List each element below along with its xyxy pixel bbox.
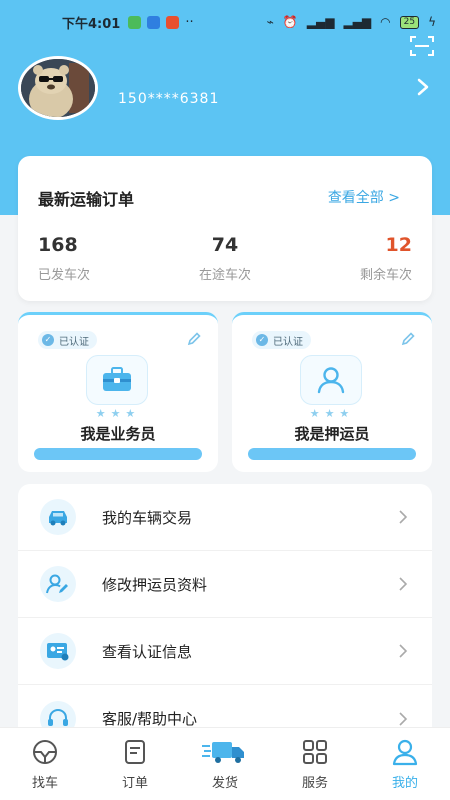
signal-icon: ▂▄▆ xyxy=(343,15,372,29)
menu-list: 我的车辆交易 修改押运员资料 查看认证信息 客服/帮助中心 xyxy=(18,484,432,744)
tab-orders[interactable]: 订单 xyxy=(90,728,180,800)
verified-label: 已认证 xyxy=(59,336,89,348)
role-card-salesman[interactable]: ✓ 已认证 ★★★ 我是业务员 xyxy=(18,312,218,472)
status-bar: 下午4:01 ·· ⌁ ⏰ ▂▄▆ ▂▄▆ ◠ 25 ϟ xyxy=(0,0,450,44)
verified-label: 已认证 xyxy=(273,336,303,348)
app-notification-icon xyxy=(128,15,142,29)
stat-value: 12 xyxy=(385,234,412,256)
stat-remaining[interactable]: 12 剩余车次 xyxy=(292,234,412,283)
app-notification-icon xyxy=(147,15,161,29)
person-icon xyxy=(317,367,345,394)
stat-in-transit[interactable]: 74 在途车次 xyxy=(165,234,285,283)
role-action-bar[interactable] xyxy=(34,448,202,460)
role-title: 我是押运员 xyxy=(294,425,370,443)
tab-label: 发货 xyxy=(211,776,238,791)
id-card-icon xyxy=(40,633,76,669)
menu-item-view-certification[interactable]: 查看认证信息 xyxy=(18,618,432,685)
wifi-icon: ◠ xyxy=(380,15,391,29)
tab-find-car[interactable]: 找车 xyxy=(0,728,90,800)
edit-pencil-icon[interactable] xyxy=(400,331,416,347)
role-action-bar[interactable] xyxy=(248,448,416,460)
stat-label: 在途车次 xyxy=(198,268,251,283)
stat-label: 已发车次 xyxy=(38,268,91,283)
chevron-right-icon xyxy=(399,510,408,524)
vibrate-icon: ⌁ xyxy=(266,15,274,29)
role-icon-box xyxy=(86,355,148,405)
menu-label: 查看认证信息 xyxy=(102,642,193,661)
chevron-right-icon xyxy=(399,577,408,591)
stat-label: 剩余车次 xyxy=(359,268,412,283)
verified-badge: ✓ 已认证 xyxy=(252,331,311,349)
steering-wheel-icon xyxy=(33,740,57,764)
tab-label: 订单 xyxy=(121,776,148,791)
user-edit-icon xyxy=(40,566,76,602)
transport-orders-card: 最新运输订单 查看全部 > 168 已发车次 74 在途车次 12 剩余车次 xyxy=(18,156,432,301)
status-time: 下午4:01 xyxy=(62,16,121,32)
tab-mine[interactable]: 我的 xyxy=(360,728,450,800)
weibo-icon xyxy=(166,15,180,29)
chevron-right-icon xyxy=(399,644,408,658)
tab-label: 服务 xyxy=(301,776,328,791)
avatar[interactable] xyxy=(18,56,98,120)
menu-item-edit-escort-profile[interactable]: 修改押运员资料 xyxy=(18,551,432,618)
menu-label: 修改押运员资料 xyxy=(102,575,208,594)
role-title: 我是业务员 xyxy=(80,425,156,443)
truck-icon xyxy=(202,742,244,763)
signal-icon: ▂▄▆ xyxy=(306,15,335,29)
stat-value: 168 xyxy=(38,234,78,256)
status-right-icons: ⌁ ⏰ ▂▄▆ ▂▄▆ ◠ 25 ϟ xyxy=(267,15,436,29)
user-phone-number: 150****6381 xyxy=(118,91,220,107)
menu-label: 客服/帮助中心 xyxy=(102,710,198,728)
role-card-escort[interactable]: ✓ 已认证 ★★★ 我是押运员 xyxy=(232,312,432,472)
battery-icon: 25 xyxy=(399,15,420,29)
rating-stars: ★★★ xyxy=(95,407,141,420)
verified-badge: ✓ 已认证 xyxy=(38,331,97,349)
rating-stars: ★★★ xyxy=(309,407,355,420)
notification-icons: ·· xyxy=(128,14,194,30)
check-icon: ✓ xyxy=(256,334,268,346)
bottom-tab-bar: 找车 订单 发货 服务 我的 xyxy=(0,727,450,800)
document-icon xyxy=(125,740,145,764)
briefcase-icon xyxy=(103,367,131,391)
chevron-right-icon xyxy=(399,711,408,726)
stat-value: 74 xyxy=(211,234,239,256)
scan-icon[interactable] xyxy=(410,36,434,56)
car-icon xyxy=(40,499,76,535)
orders-title: 最新运输订单 xyxy=(38,190,135,209)
menu-item-vehicle-trade[interactable]: 我的车辆交易 xyxy=(18,484,432,551)
alarm-icon: ⏰ xyxy=(282,15,298,29)
edit-pencil-icon[interactable] xyxy=(186,331,202,347)
tab-services[interactable]: 服务 xyxy=(270,728,360,800)
view-all-orders-link[interactable]: 查看全部 > xyxy=(328,187,400,207)
stat-dispatched[interactable]: 168 已发车次 xyxy=(38,234,158,283)
bear-avatar-image xyxy=(21,59,95,117)
tab-ship[interactable]: 发货 xyxy=(180,728,270,800)
menu-label: 我的车辆交易 xyxy=(102,508,193,527)
profile-arrow-icon[interactable] xyxy=(416,78,430,96)
tab-label: 找车 xyxy=(31,776,58,791)
grid-icon xyxy=(303,740,327,764)
more-notifications: ·· xyxy=(185,14,194,30)
check-icon: ✓ xyxy=(42,334,54,346)
charging-icon: ϟ xyxy=(428,15,436,29)
role-icon-box xyxy=(300,355,362,405)
tab-label: 我的 xyxy=(391,776,418,791)
user-icon xyxy=(392,739,418,766)
